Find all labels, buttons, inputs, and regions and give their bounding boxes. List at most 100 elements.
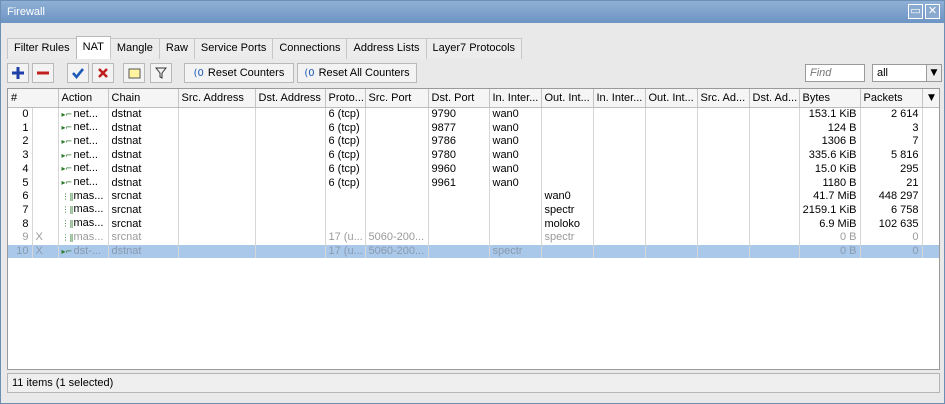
table-row[interactable]: 1 ▸⌐net... dstnat 6 (tcp) 9877 wan0 124 B3 [8, 121, 939, 135]
cell-src-al [697, 203, 750, 218]
cell-action: ▸⌐net... [58, 134, 109, 149]
cell-action: ▸⌐net... [58, 162, 109, 177]
action-label: mas... [73, 230, 104, 243]
cell-proto: 6 (tcp) [325, 162, 366, 177]
cell-dst-addr [255, 162, 326, 177]
action-label: net... [73, 162, 98, 175]
table-row[interactable]: 2 ▸⌐net... dstnat 6 (tcp) 9786 wan0 1306 B7 [8, 134, 939, 149]
tab-raw[interactable]: Raw [158, 38, 195, 59]
cell-dst-port: 9786 [428, 134, 490, 149]
add-button[interactable] [7, 63, 29, 83]
cell-proto [325, 217, 366, 231]
cell-src-al [697, 189, 750, 204]
cell-in-if [489, 230, 542, 245]
cell-src-al [697, 162, 750, 177]
cell-flag [32, 162, 59, 177]
col-packets-header[interactable]: Packets [860, 89, 923, 108]
cell-in-if: wan0 [489, 148, 542, 163]
col-out-interface[interactable]: Out. Int... [541, 89, 594, 108]
comment-button[interactable] [123, 63, 145, 83]
table-row[interactable]: 7 ⋮‖mas... srcnat spectr 2159.1 KiB 6 758 [8, 203, 939, 218]
column-menu-icon[interactable]: ▼ [922, 89, 939, 108]
cell-bytes: 124 B [799, 121, 861, 135]
table-row[interactable]: 0 ▸⌐net... dstnat 6 (tcp) 9790 wan0 153.1 KiB 2… [8, 107, 939, 122]
table-row[interactable]: 3 ▸⌐net... dstnat 6 (tcp) 9780 wan0 335.6 KiB 5… [8, 148, 939, 163]
cell-dst-al [749, 162, 800, 177]
cell-packets: 448 297 [860, 189, 923, 204]
tab-mangle[interactable]: Mangle [109, 38, 160, 59]
filter-select[interactable]: all ▼ [872, 64, 942, 82]
cell-chain: dstnat [108, 107, 179, 122]
tab-connections[interactable]: Connections [272, 38, 348, 59]
cell-src-port [365, 176, 429, 190]
cell-dst-al [749, 217, 800, 231]
filter-button[interactable] [150, 63, 172, 83]
cell-bytes: 153.1 KiB [799, 107, 861, 122]
close-icon[interactable]: ✕ [925, 4, 940, 19]
cell-dst-al [749, 148, 800, 163]
tab-layer7-protocols[interactable]: Layer7 Protocols [425, 38, 523, 59]
col-dst-address-list[interactable]: Dst. Ad... [749, 89, 800, 108]
cell-action: ⋮‖mas... [58, 203, 109, 218]
col-action[interactable]: Action [58, 89, 109, 108]
dropdown-arrow-icon[interactable]: ▼ [926, 65, 941, 81]
tab-nat[interactable]: NAT [75, 36, 111, 59]
cell-chain: dstnat [108, 244, 179, 259]
table-row[interactable]: 5 ▸⌐net... dstnat 6 (tcp) 9961 wan0 1180 B 21 [8, 176, 939, 190]
cell-flag [32, 176, 59, 190]
table-row[interactable]: 9 X ⋮‖mas... srcnat 17 (u... 5060-200... spect… [8, 230, 939, 245]
cell-dst-al [749, 189, 800, 204]
col-protocol[interactable]: Proto... [325, 89, 366, 108]
reset-all-counters-button[interactable]: (0 Reset All Counters [297, 63, 417, 83]
col-src-address-list[interactable]: Src. Ad... [697, 89, 750, 108]
cell-proto: 6 (tcp) [325, 107, 366, 122]
reset-all-icon: (0 [304, 67, 315, 79]
col-bytes[interactable]: Bytes [799, 89, 861, 108]
tab-bar: Filter Rules NAT Mangle Raw Service Port… [7, 36, 523, 59]
nat-rules-table: # Action Chain Src. Address Dst. Address… [7, 88, 940, 370]
col-chain[interactable]: Chain [108, 89, 179, 108]
restore-icon[interactable]: ▭ [908, 4, 923, 19]
table-row[interactable]: 10 X ▸⌐dst-... dstnat 17 (u... 5060-200... spe… [8, 244, 939, 259]
window-title: Firewall [7, 6, 45, 18]
firewall-window: Firewall ▭ ✕ Filter Rules NAT Mangle Raw… [0, 0, 945, 404]
col-src-address[interactable]: Src. Address [178, 89, 256, 108]
cell-flag [32, 121, 59, 135]
tab-service-ports[interactable]: Service Ports [193, 38, 274, 59]
dstnat-icon: ▸⌐ [61, 246, 73, 256]
cell-packets: 0 [860, 244, 923, 259]
col-in-interface-list[interactable]: In. Inter... [593, 89, 646, 108]
minus-icon [37, 71, 49, 75]
cell-in-if: wan0 [489, 121, 542, 135]
col-number[interactable]: # [8, 89, 59, 108]
col-packets[interactable]: Packets [864, 92, 903, 104]
tab-filter-rules[interactable]: Filter Rules [7, 38, 77, 59]
enable-button[interactable] [67, 63, 89, 83]
table-row[interactable]: 6 ⋮‖mas... srcnat wan0 41.7 MiB 448 297 [8, 189, 939, 204]
tab-address-lists[interactable]: Address Lists [346, 38, 427, 59]
filter-select-value: all [877, 67, 889, 79]
col-in-interface[interactable]: In. Inter... [489, 89, 542, 108]
col-dst-port[interactable]: Dst. Port [428, 89, 490, 108]
cell-src-port [365, 217, 429, 231]
col-dst-address[interactable]: Dst. Address [255, 89, 326, 108]
reset-counters-button[interactable]: (0 Reset Counters [184, 63, 294, 83]
find-input[interactable] [805, 64, 865, 82]
table-row[interactable]: 4 ▸⌐net... dstnat 6 (tcp) 9960 wan0 15.0 KiB 29… [8, 162, 939, 177]
cell-in-if-list [593, 230, 646, 245]
col-src-port[interactable]: Src. Port [365, 89, 429, 108]
table-row[interactable]: 8 ⋮‖mas... srcnat moloko 6.9 MiB 102 635 [8, 217, 939, 231]
remove-button[interactable] [32, 63, 54, 83]
col-out-interface-list[interactable]: Out. Int... [645, 89, 698, 108]
cell-in-if-list [593, 162, 646, 177]
title-bar[interactable]: Firewall ▭ ✕ [1, 1, 944, 23]
cell-flag [32, 134, 59, 149]
disable-button[interactable] [92, 63, 114, 83]
cell-src-addr [178, 176, 256, 190]
cell-dst-addr [255, 189, 326, 204]
cell-in-if-list [593, 121, 646, 135]
cell-proto [325, 189, 366, 204]
cell-src-al [697, 244, 750, 259]
cell-out-if-list [645, 176, 698, 190]
cell-chain: dstnat [108, 176, 179, 190]
